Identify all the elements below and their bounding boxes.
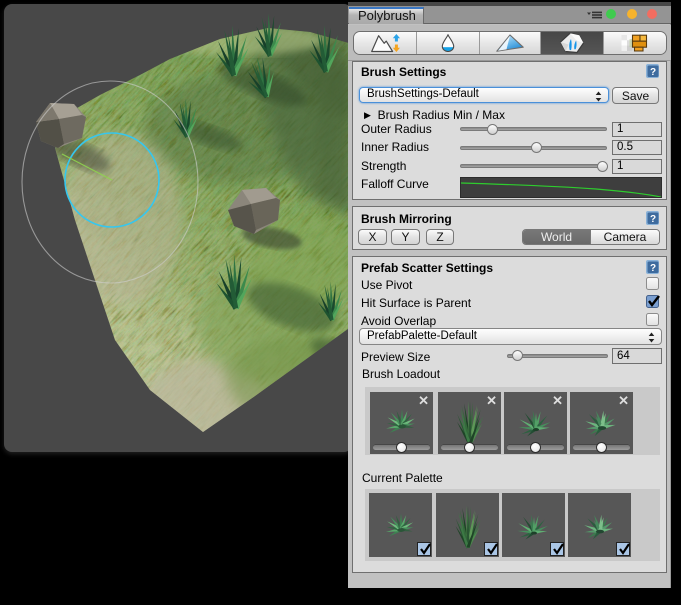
- svg-text:?: ?: [650, 67, 656, 78]
- svg-text:?: ?: [650, 214, 656, 225]
- svg-text:?: ?: [650, 263, 656, 274]
